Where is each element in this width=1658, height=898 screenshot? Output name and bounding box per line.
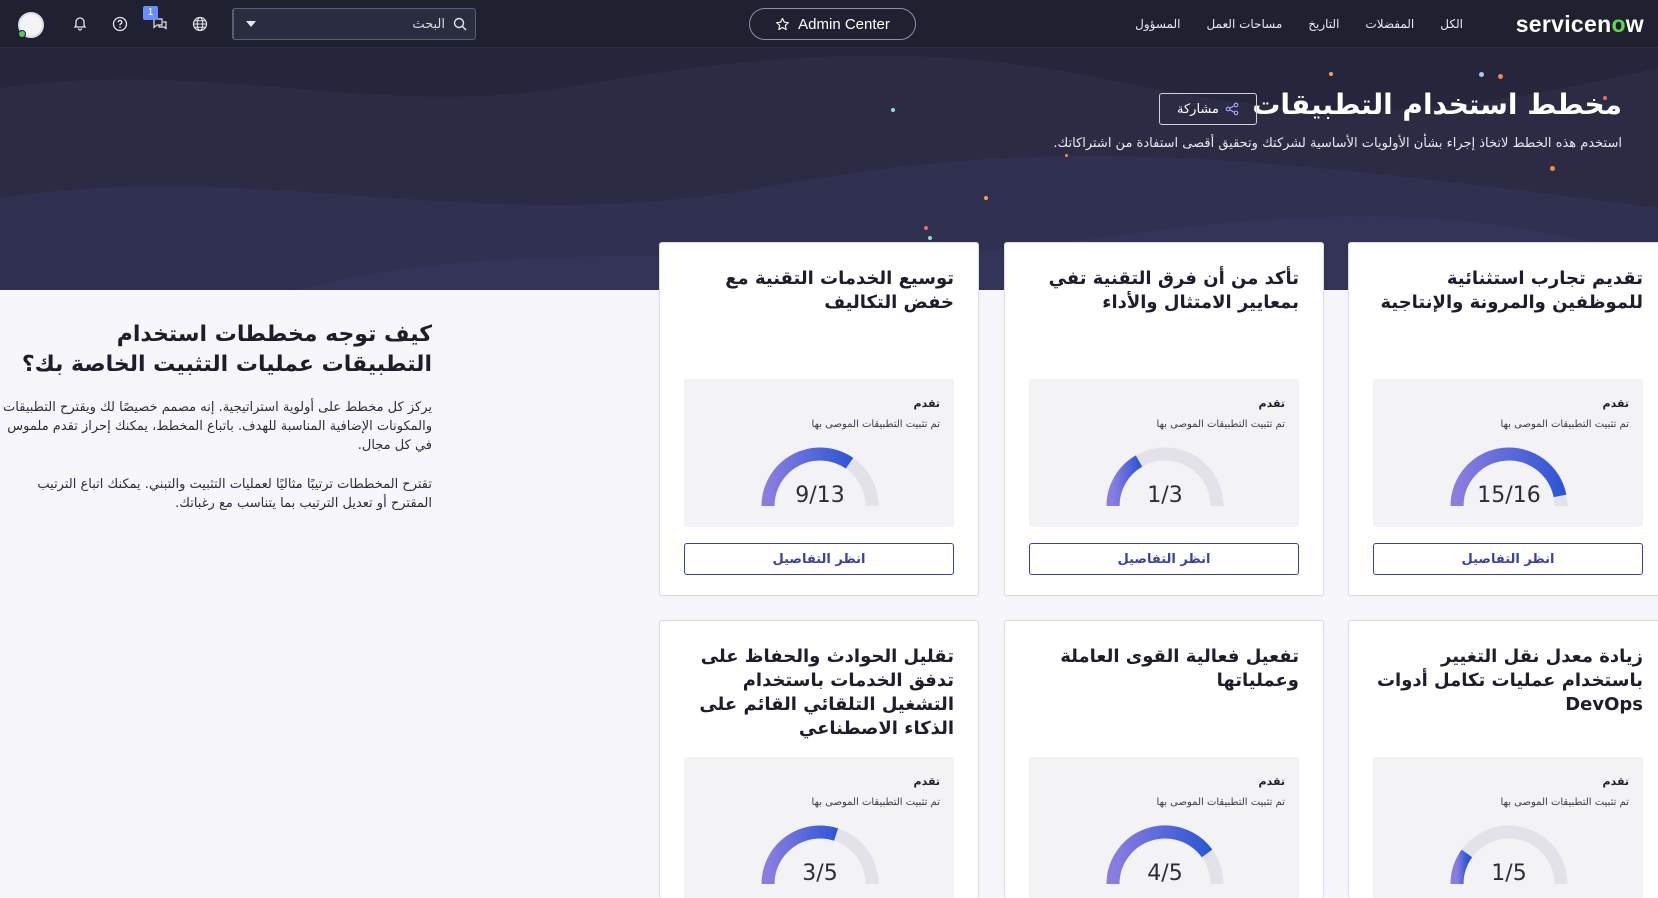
progress-label: تقدم: [1602, 775, 1629, 788]
help-icon[interactable]: [110, 14, 130, 34]
progress-value: 15/16: [1477, 483, 1541, 508]
card-title: زيادة معدل نقل التغيير باستخدام عمليات ت…: [1376, 646, 1643, 715]
top-navigation: 1 Admin Center الكل المفضلات التاريخ مسا…: [0, 0, 1658, 48]
star-icon: [776, 17, 790, 30]
progress-panel: تقدم تم تثبيت التطبيقات الموصى بها 1/5: [1373, 757, 1643, 898]
progress-panel: تقدم تم تثبيت التطبيقات الموصى بها 15/16: [1373, 379, 1643, 527]
progress-value: 9/13: [795, 483, 845, 508]
menu-item-all[interactable]: الكل: [1440, 17, 1463, 31]
view-details-button[interactable]: انظر التفاصيل: [1029, 543, 1299, 575]
chat-badge: 1: [143, 6, 158, 20]
presence-indicator: [18, 30, 26, 38]
view-details-button[interactable]: انظر التفاصيل: [684, 543, 954, 575]
card-title: توسيع الخدمات التقنية مع خفض التكاليف: [725, 268, 954, 313]
progress-value: 1/5: [1491, 861, 1527, 886]
menu-item-admin[interactable]: المسؤول: [1135, 17, 1180, 31]
progress-label: تقدم: [913, 397, 940, 410]
card-title: تقليل الحوادث والحفاظ على تدفق الخدمات ب…: [699, 646, 954, 739]
blueprint-card: تقديم تجارب استثنائية للموظفين والمرونة …: [1348, 242, 1658, 596]
progress-subtitle: تم تثبيت التطبيقات الموصى بها: [1156, 797, 1285, 808]
progress-subtitle: تم تثبيت التطبيقات الموصى بها: [1156, 419, 1285, 430]
search-scope-dropdown[interactable]: [233, 9, 267, 39]
admin-center-button[interactable]: Admin Center: [749, 8, 916, 40]
share-label: مشاركة: [1177, 101, 1219, 117]
page-subtitle: استخدم هذه الخطط لاتخاذ إجراء بشأن الأول…: [1053, 136, 1622, 151]
progress-subtitle: تم تثبيت التطبيقات الموصى بها: [1500, 419, 1629, 430]
blueprint-card: تأكد من أن فرق التقنية تفي بمعايير الامت…: [1004, 242, 1324, 596]
search-icon: [453, 17, 467, 31]
progress-value: 1/3: [1147, 483, 1183, 508]
view-details-button[interactable]: انظر التفاصيل: [1373, 543, 1643, 575]
servicenow-logo[interactable]: servicenow: [1516, 11, 1644, 38]
blueprint-card: تفعيل فعالية القوى العاملة وعملياتها تقد…: [1004, 620, 1324, 898]
progress-value: 4/5: [1147, 861, 1183, 886]
menu-item-favorites[interactable]: المفضلات: [1365, 17, 1414, 31]
info-paragraph-2: تقترح المخططات ترتيبًا مثاليًا لعمليات ا…: [37, 477, 432, 511]
progress-panel: تقدم تم تثبيت التطبيقات الموصى بها 1/3: [1029, 379, 1299, 527]
progress-panel: تقدم تم تثبيت التطبيقات الموصى بها 9/13: [684, 379, 954, 527]
progress-label: تقدم: [913, 775, 940, 788]
blueprint-card: تقليل الحوادث والحفاظ على تدفق الخدمات ب…: [659, 620, 979, 898]
info-title: كيف توجه مخططات استخدام التطبيقات عمليات…: [21, 322, 432, 377]
progress-panel: تقدم تم تثبيت التطبيقات الموصى بها 3/5: [684, 757, 954, 898]
progress-label: تقدم: [1602, 397, 1629, 410]
info-section: كيف توجه مخططات استخدام التطبيقات عمليات…: [0, 320, 432, 513]
admin-center-label: Admin Center: [798, 15, 890, 33]
menu-item-workspaces[interactable]: مساحات العمل: [1206, 17, 1282, 31]
progress-subtitle: تم تثبيت التطبيقات الموصى بها: [1500, 797, 1629, 808]
card-title: تفعيل فعالية القوى العاملة وعملياتها: [1060, 646, 1299, 691]
search-input[interactable]: [267, 9, 475, 39]
card-title: تأكد من أن فرق التقنية تفي بمعايير الامت…: [1048, 268, 1299, 313]
menu-item-history[interactable]: التاريخ: [1308, 17, 1339, 31]
blueprint-card: زيادة معدل نقل التغيير باستخدام عمليات ت…: [1348, 620, 1658, 898]
globe-icon[interactable]: [190, 14, 210, 34]
progress-label: تقدم: [1258, 775, 1285, 788]
share-icon: [1225, 102, 1239, 116]
progress-panel: تقدم تم تثبيت التطبيقات الموصى بها 4/5: [1029, 757, 1299, 898]
share-button[interactable]: مشاركة: [1159, 93, 1257, 125]
chevron-down-icon: [245, 21, 256, 27]
progress-value: 3/5: [802, 861, 838, 886]
progress-subtitle: تم تثبيت التطبيقات الموصى بها: [811, 797, 940, 808]
global-search: [232, 8, 476, 40]
page-title: مخطط استخدام التطبيقات: [1252, 88, 1622, 121]
card-title: تقديم تجارب استثنائية للموظفين والمرونة …: [1380, 268, 1643, 313]
main-menu: الكل المفضلات التاريخ مساحات العمل المسؤ…: [1135, 0, 1463, 48]
info-paragraph-1: يركز كل مخطط على أولوية استراتيجية. إنه …: [3, 400, 432, 453]
bell-icon[interactable]: [70, 14, 90, 34]
blueprint-card: توسيع الخدمات التقنية مع خفض التكاليف تق…: [659, 242, 979, 596]
progress-subtitle: تم تثبيت التطبيقات الموصى بها: [811, 419, 940, 430]
progress-label: تقدم: [1258, 397, 1285, 410]
